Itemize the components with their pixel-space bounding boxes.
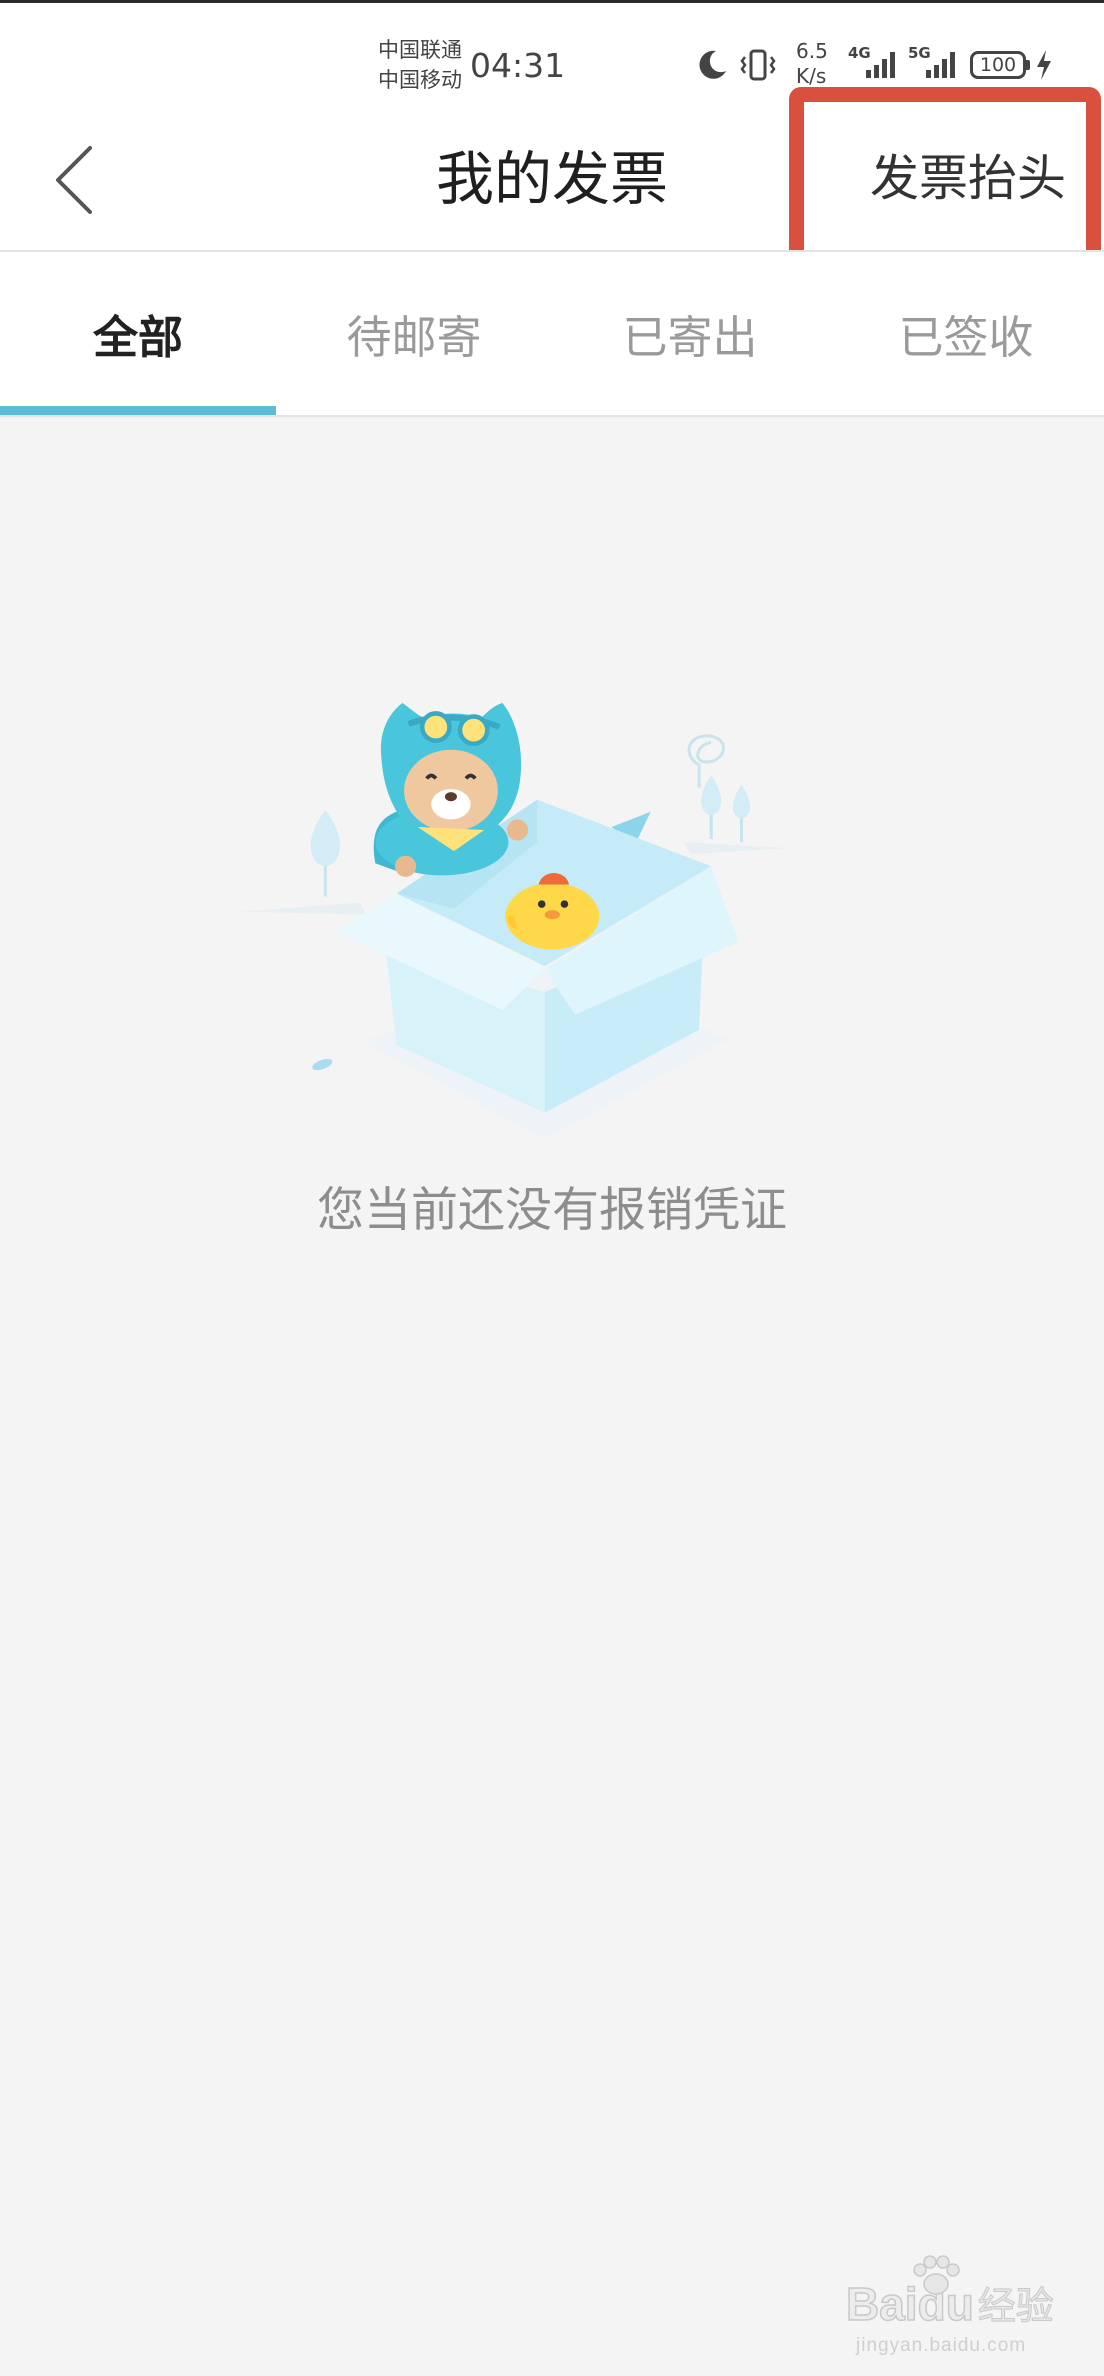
tab-received[interactable]: 已签收: [828, 252, 1104, 415]
tab-all[interactable]: 全部: [0, 252, 276, 415]
paw-icon: [913, 2255, 960, 2295]
tab-active-indicator: [0, 406, 276, 415]
invoice-header-button[interactable]: 发票抬头: [870, 148, 1066, 210]
mascot-character: [373, 702, 529, 877]
moon-icon: [699, 50, 726, 79]
watermark-logo: Bai du 经验: [845, 2255, 1054, 2331]
battery-level: 100: [979, 54, 1017, 76]
tab-pending-mail[interactable]: 待邮寄: [276, 252, 552, 415]
kite-loop-icon: [687, 734, 725, 788]
tree-right-icon: [701, 775, 751, 843]
signal-5g-icon: [926, 52, 955, 78]
ground-left: [239, 902, 367, 915]
tab-label: 已签收: [898, 311, 1034, 364]
carrier-2: 中国移动: [378, 68, 462, 92]
watermark-brand-cn: 经验: [977, 2284, 1054, 2329]
empty-box-illustration: [239, 702, 790, 1139]
vibrate-icon: [740, 49, 776, 81]
tab-divider: [0, 415, 1104, 417]
carrier-1: 中国联通: [378, 38, 462, 62]
signal-4g-icon: [866, 52, 895, 78]
ground-right: [683, 842, 790, 855]
watermark-url: jingyan.baidu.com: [856, 2335, 1027, 2356]
status-time: 04:31: [470, 46, 566, 85]
battery-icon: 100: [970, 51, 1026, 79]
battery-nub: [1026, 60, 1030, 70]
tab-label: 待邮寄: [346, 311, 482, 364]
empty-state-message: 您当前还没有报销凭证: [317, 1183, 787, 1238]
screen-top-edge: [0, 0, 1104, 3]
tree-left-icon: [310, 810, 340, 897]
leaf-icon: [312, 1058, 333, 1071]
tab-mailed[interactable]: 已寄出: [552, 252, 828, 415]
net-speed-unit: K/s: [796, 64, 827, 88]
watermark-brand-left: Bai: [845, 2277, 918, 2331]
charging-icon: [1037, 50, 1051, 80]
tab-label: 全部: [92, 311, 183, 364]
tab-bar: 全部 待邮寄 已寄出 已签收: [0, 252, 1104, 415]
tab-label: 已寄出: [622, 311, 758, 364]
net-speed-value: 6.5: [796, 39, 828, 63]
